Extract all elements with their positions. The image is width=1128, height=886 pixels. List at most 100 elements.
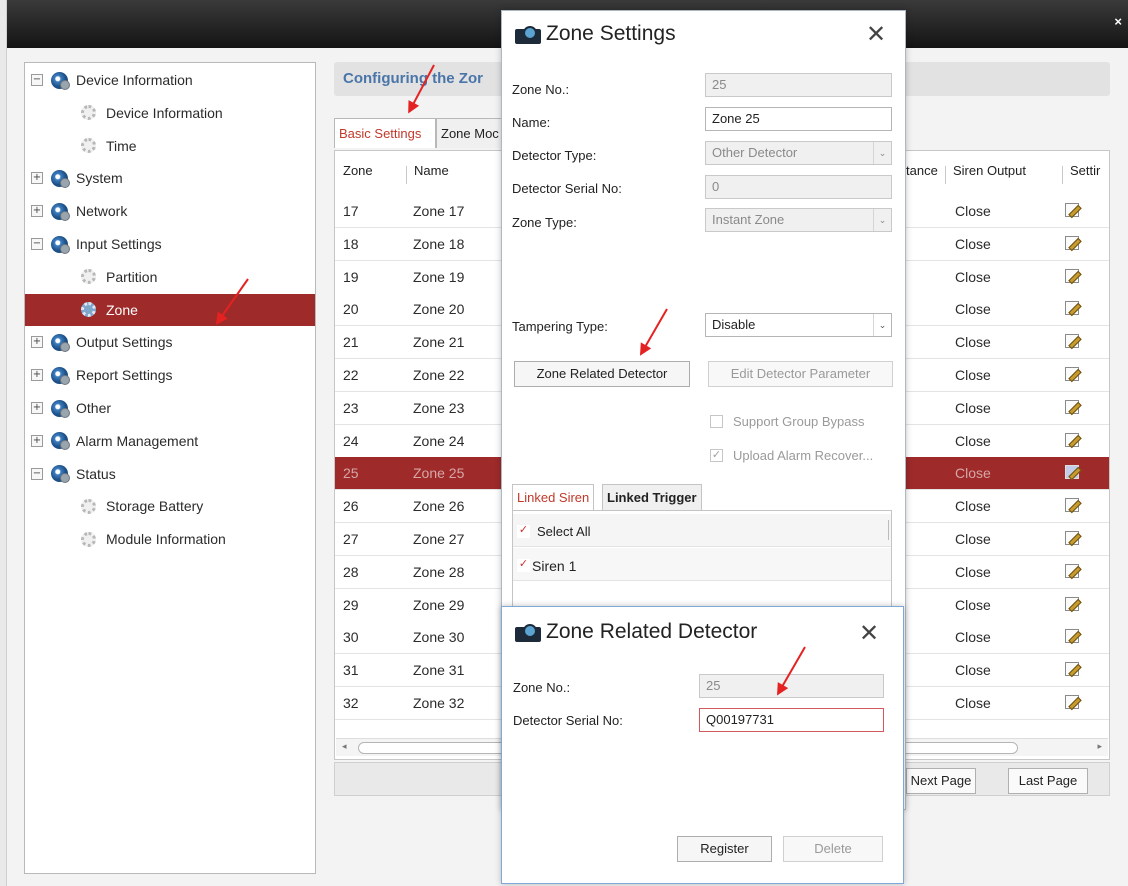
- tampering-type-select[interactable]: Disable ⌄: [705, 313, 892, 337]
- tampering-type-label: Tampering Type:: [512, 319, 608, 334]
- zone-settings-close-icon[interactable]: ✕: [866, 20, 886, 48]
- tab-linked-trigger[interactable]: Linked Trigger: [602, 484, 702, 510]
- cell-siren-output: Close: [955, 695, 991, 711]
- sidebar-item-device-information[interactable]: Device Information: [25, 97, 315, 129]
- edit-pencil-icon[interactable]: [1065, 465, 1079, 480]
- cell-zone: 18: [343, 235, 359, 252]
- edit-pencil-icon[interactable]: [1065, 695, 1079, 709]
- sidebar-item-device-information[interactable]: − Device Information: [25, 64, 315, 96]
- col-header-siren-output[interactable]: Siren Output: [953, 163, 1026, 178]
- expand-icon[interactable]: +: [31, 434, 43, 447]
- cell-name: Zone 20: [413, 301, 465, 318]
- sidebar-item-partition[interactable]: Partition: [25, 261, 315, 293]
- cell-name: Zone 29: [413, 596, 465, 613]
- support-group-bypass-checkbox: [710, 415, 723, 428]
- sidebar-item-output-settings[interactable]: + Output Settings: [25, 326, 315, 358]
- register-button[interactable]: Register: [677, 836, 772, 862]
- cell-siren-output: Close: [955, 629, 991, 646]
- edit-pencil-icon[interactable]: [1065, 629, 1079, 644]
- edit-pencil-icon[interactable]: [1065, 596, 1079, 611]
- col-header-settings[interactable]: Settir: [1070, 163, 1100, 178]
- zr-zone-no-label: Zone No.:: [513, 680, 571, 695]
- edit-pencil-icon[interactable]: [1065, 301, 1079, 316]
- expand-icon[interactable]: +: [31, 172, 43, 185]
- settings-gear-icon: [51, 71, 70, 90]
- sidebar-item-label: System: [76, 170, 123, 187]
- chevron-down-icon: ⌄: [873, 142, 891, 164]
- col-header-name[interactable]: Name: [414, 163, 449, 178]
- edit-pencil-icon[interactable]: [1065, 203, 1079, 217]
- edit-pencil-icon[interactable]: [1065, 498, 1079, 513]
- sidebar-item-time[interactable]: Time: [25, 130, 315, 162]
- name-input[interactable]: Zone 25: [705, 107, 892, 131]
- sidebar-item-alarm-management[interactable]: + Alarm Management: [25, 425, 315, 457]
- tab-basic-settings[interactable]: Basic Settings: [334, 118, 436, 148]
- cell-siren-output: Close: [955, 531, 991, 547]
- name-label: Name:: [512, 115, 551, 130]
- edit-pencil-icon[interactable]: [1065, 268, 1079, 283]
- zone-related-close-icon[interactable]: ✕: [859, 619, 879, 647]
- sidebar-item-label: Network: [76, 203, 128, 220]
- select-all-checkbox[interactable]: ✓: [517, 525, 530, 538]
- camera-icon: [515, 26, 541, 44]
- gear-icon: [81, 105, 96, 121]
- scroll-left-icon[interactable]: ◂: [342, 741, 347, 752]
- col-header-distance[interactable]: tance: [906, 163, 938, 178]
- sidebar-item-report-settings[interactable]: + Report Settings: [25, 359, 315, 391]
- collapse-icon[interactable]: −: [31, 467, 43, 480]
- cell-siren-output: Close: [955, 662, 991, 679]
- sidebar-item-storage-battery[interactable]: Storage Battery: [25, 490, 315, 522]
- cell-name: Zone 30: [413, 629, 465, 646]
- tab-zone-module[interactable]: Zone Moc: [436, 118, 504, 148]
- cell-name: Zone 23: [413, 399, 465, 416]
- edit-pencil-icon[interactable]: [1065, 432, 1079, 447]
- cell-name: Zone 19: [413, 268, 465, 285]
- col-separator: [945, 166, 946, 184]
- sidebar-item-other[interactable]: + Other: [25, 392, 315, 424]
- zone-related-detector-button[interactable]: Zone Related Detector: [514, 361, 690, 387]
- zone-no-label: Zone No.:: [512, 82, 570, 97]
- collapse-icon[interactable]: −: [31, 238, 43, 250]
- scroll-right-icon[interactable]: ▸: [1097, 741, 1102, 752]
- edit-pencil-icon[interactable]: [1065, 235, 1079, 250]
- cell-zone: 31: [343, 662, 359, 679]
- last-page-button[interactable]: Last Page: [1008, 768, 1088, 794]
- edit-pencil-icon[interactable]: [1065, 563, 1079, 578]
- siren-1-checkbox[interactable]: ✓: [517, 559, 530, 572]
- detector-serial-input[interactable]: Q00197731: [699, 708, 884, 732]
- sidebar-item-label: Zone: [106, 301, 138, 318]
- expand-icon[interactable]: +: [31, 369, 43, 382]
- edit-pencil-icon[interactable]: [1065, 334, 1079, 349]
- delete-button: Delete: [783, 836, 883, 862]
- cell-name: Zone 25: [413, 465, 465, 482]
- edit-pencil-icon[interactable]: [1065, 399, 1079, 414]
- expand-icon[interactable]: +: [31, 336, 43, 349]
- cell-name: Zone 27: [413, 531, 465, 547]
- edit-pencil-icon[interactable]: [1065, 662, 1079, 677]
- edit-pencil-icon[interactable]: [1065, 367, 1079, 381]
- sidebar-item-status[interactable]: − Status: [25, 458, 315, 490]
- next-page-button[interactable]: Next Page: [906, 768, 976, 794]
- gear-icon: [81, 498, 96, 514]
- sidebar-item-label: Time: [106, 137, 137, 154]
- sidebar-item-network[interactable]: + Network: [25, 195, 315, 227]
- select-all-label: Select All: [537, 524, 591, 539]
- settings-gear-icon: [51, 235, 70, 254]
- cell-name: Zone 24: [413, 432, 465, 449]
- col-header-zone[interactable]: Zone: [343, 163, 373, 178]
- sidebar-item-module-information[interactable]: Module Information: [25, 523, 315, 555]
- window-close-icon[interactable]: ×: [1114, 14, 1122, 29]
- cell-zone: 27: [343, 531, 359, 547]
- collapse-icon[interactable]: −: [31, 74, 43, 86]
- expand-icon[interactable]: +: [31, 402, 43, 414]
- sidebar-item-input-settings[interactable]: − Input Settings: [25, 228, 315, 260]
- zr-serial-label: Detector Serial No:: [513, 713, 623, 728]
- sidebar-item-zone[interactable]: Zone: [25, 293, 315, 326]
- edit-pencil-icon[interactable]: [1065, 531, 1079, 545]
- sidebar-item-label: Storage Battery: [106, 498, 204, 515]
- expand-icon[interactable]: +: [31, 205, 43, 218]
- support-group-bypass-label: Support Group Bypass: [733, 414, 865, 429]
- sidebar-item-system[interactable]: + System: [25, 162, 315, 194]
- tab-linked-siren[interactable]: Linked Siren: [512, 484, 595, 510]
- cell-name: Zone 18: [413, 235, 465, 252]
